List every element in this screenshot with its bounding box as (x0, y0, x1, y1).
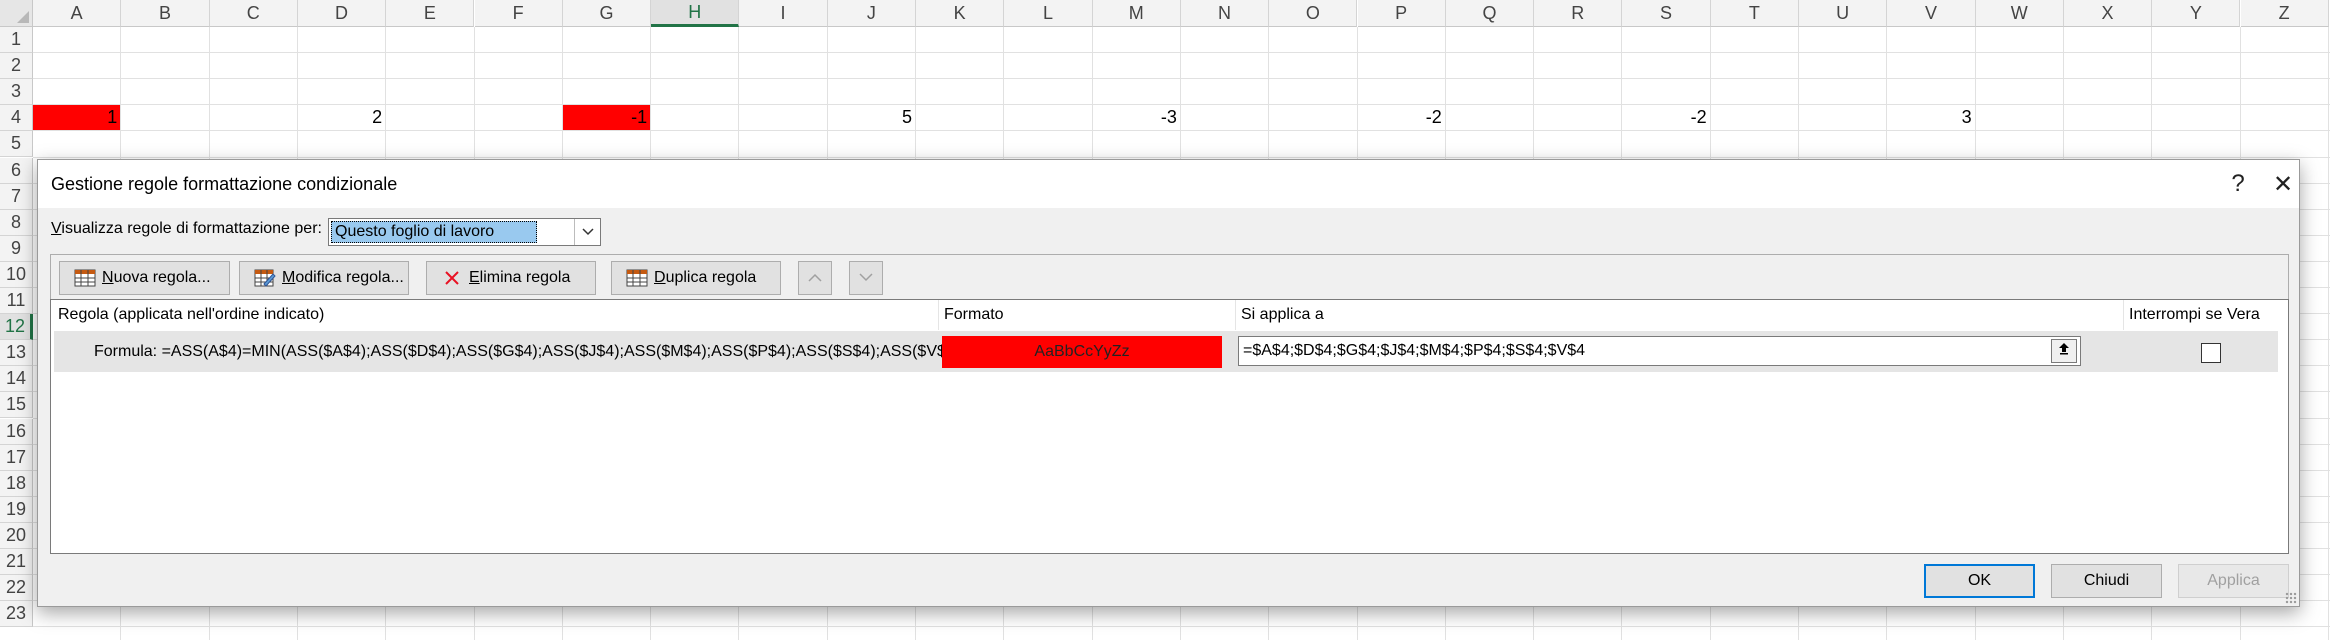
row-header-18[interactable]: 18 (0, 470, 33, 497)
column-header-p[interactable]: P (1357, 0, 1446, 27)
chevron-up-icon (808, 269, 822, 287)
edit-rule-button[interactable]: Modifica regola... (239, 261, 409, 295)
column-header-t[interactable]: T (1710, 0, 1799, 27)
edit-table-icon (254, 268, 276, 288)
help-icon[interactable]: ? (2218, 164, 2258, 204)
show-rules-label: Visualizza regole di formattazione per: (51, 220, 322, 237)
row-header-14[interactable]: 14 (0, 366, 33, 393)
cell-d4[interactable]: 2 (298, 105, 385, 130)
rules-toolbar: Nuova regola... Modifica regola... Elimi… (50, 254, 2289, 299)
column-header-s[interactable]: S (1622, 0, 1711, 27)
column-header-a[interactable]: A (33, 0, 122, 27)
column-header-r[interactable]: R (1534, 0, 1623, 27)
cell-p4[interactable]: -2 (1358, 105, 1445, 130)
row-header-8[interactable]: 8 (0, 209, 33, 236)
row-header-20[interactable]: 20 (0, 522, 33, 549)
table-row[interactable]: Formula: =ASS(A$4)=MIN(ASS($A$4);ASS($D$… (54, 331, 2278, 372)
row-header-21[interactable]: 21 (0, 549, 33, 576)
row-header-6[interactable]: 6 (0, 157, 33, 184)
row-header-15[interactable]: 15 (0, 392, 33, 419)
cell-v4[interactable]: 3 (1887, 105, 1974, 130)
chevron-down-icon (859, 269, 873, 287)
column-header-l[interactable]: L (1004, 0, 1093, 27)
duplicate-rule-button[interactable]: Duplica regola (611, 261, 781, 295)
column-header-u[interactable]: U (1799, 0, 1888, 27)
column-header-x[interactable]: X (2063, 0, 2153, 27)
dialog-titlebar[interactable]: Gestione regole formattazione condiziona… (38, 160, 2299, 208)
row-header-16[interactable]: 16 (0, 418, 33, 445)
delete-rule-button[interactable]: Elimina regola (426, 261, 596, 295)
column-header-z[interactable]: Z (2240, 0, 2329, 27)
move-up-button[interactable] (798, 261, 832, 295)
apply-button[interactable]: Applica (2178, 564, 2289, 598)
dialog-title: Gestione regole formattazione condiziona… (51, 174, 398, 194)
row-header-17[interactable]: 17 (0, 444, 33, 471)
move-down-button[interactable] (849, 261, 883, 295)
row-header-19[interactable]: 19 (0, 496, 33, 523)
collapse-range-button[interactable] (2051, 339, 2077, 363)
show-rules-value: Questo foglio di lavoro (331, 221, 537, 243)
column-header-m[interactable]: M (1092, 0, 1181, 27)
cell-j4[interactable]: 5 (828, 105, 915, 130)
show-rules-dropdown[interactable]: Questo foglio di lavoro (328, 218, 601, 246)
rules-list[interactable]: Regola (applicata nell'ordine indicato) … (50, 299, 2289, 554)
row-header-1[interactable]: 1 (0, 27, 33, 54)
format-preview: AaBbCcYyZz (942, 336, 1222, 368)
row-header-11[interactable]: 11 (0, 288, 33, 315)
row-header-7[interactable]: 7 (0, 183, 33, 210)
column-header-k[interactable]: K (916, 0, 1005, 27)
duplicate-table-icon (626, 268, 648, 288)
select-all-corner[interactable] (0, 0, 33, 27)
row-header-9[interactable]: 9 (0, 235, 33, 262)
table-grid-icon (74, 268, 96, 288)
column-header-format: Formato (944, 306, 1004, 323)
chevron-down-icon[interactable] (574, 219, 600, 245)
column-header-applies-to: Si applica a (1241, 306, 1324, 323)
new-rule-button[interactable]: Nuova regola... (59, 261, 230, 295)
row-header-12[interactable]: 12 (0, 314, 33, 341)
row-header-5[interactable]: 5 (0, 131, 33, 158)
row-header-22[interactable]: 22 (0, 575, 33, 602)
column-header-rule: Regola (applicata nell'ordine indicato) (58, 306, 325, 323)
close-button[interactable]: Chiudi (2051, 564, 2162, 598)
cell-m4[interactable]: -3 (1093, 105, 1180, 130)
stop-if-true-checkbox[interactable] (2201, 343, 2221, 363)
column-header-i[interactable]: I (739, 0, 828, 27)
delete-x-icon (441, 268, 463, 288)
column-header-o[interactable]: O (1269, 0, 1358, 27)
cell-s4[interactable]: -2 (1622, 105, 1709, 130)
column-header-h[interactable]: H (651, 0, 740, 27)
column-header-e[interactable]: E (386, 0, 475, 27)
cell-a4[interactable]: 1 (33, 105, 121, 131)
column-header-b[interactable]: B (121, 0, 210, 27)
column-header-q[interactable]: Q (1445, 0, 1535, 27)
resize-grip[interactable] (2285, 592, 2297, 604)
column-header-stop-if-true: Interrompi se Vera (2129, 306, 2260, 323)
ok-button[interactable]: OK (1924, 564, 2035, 598)
column-header-w[interactable]: W (1975, 0, 2064, 27)
row-header-2[interactable]: 2 (0, 53, 33, 80)
close-icon[interactable]: ✕ (2263, 164, 2303, 204)
row-header-4[interactable]: 4 (0, 105, 33, 132)
column-header-j[interactable]: J (827, 0, 916, 27)
column-header-g[interactable]: G (562, 0, 652, 27)
column-header-n[interactable]: N (1180, 0, 1270, 27)
arrow-up-icon (2057, 337, 2071, 365)
rule-description: Formula: =ASS(A$4)=MIN(ASS($A$4);ASS($D$… (94, 343, 966, 360)
row-header-3[interactable]: 3 (0, 79, 33, 106)
row-header-13[interactable]: 13 (0, 340, 33, 367)
row-header-23[interactable]: 23 (0, 601, 33, 628)
applies-to-input[interactable]: =$A$4;$D$4;$G$4;$J$4;$M$4;$P$4;$S$4;$V$4 (1238, 336, 2081, 366)
row-header-10[interactable]: 10 (0, 261, 33, 288)
conditional-formatting-manager-dialog: Gestione regole formattazione condiziona… (37, 159, 2300, 607)
column-header-d[interactable]: D (297, 0, 387, 27)
column-header-f[interactable]: F (474, 0, 563, 27)
column-header-c[interactable]: C (209, 0, 298, 27)
column-header-y[interactable]: Y (2152, 0, 2241, 27)
cell-g4[interactable]: -1 (562, 105, 651, 131)
column-header-v[interactable]: V (1887, 0, 1976, 27)
